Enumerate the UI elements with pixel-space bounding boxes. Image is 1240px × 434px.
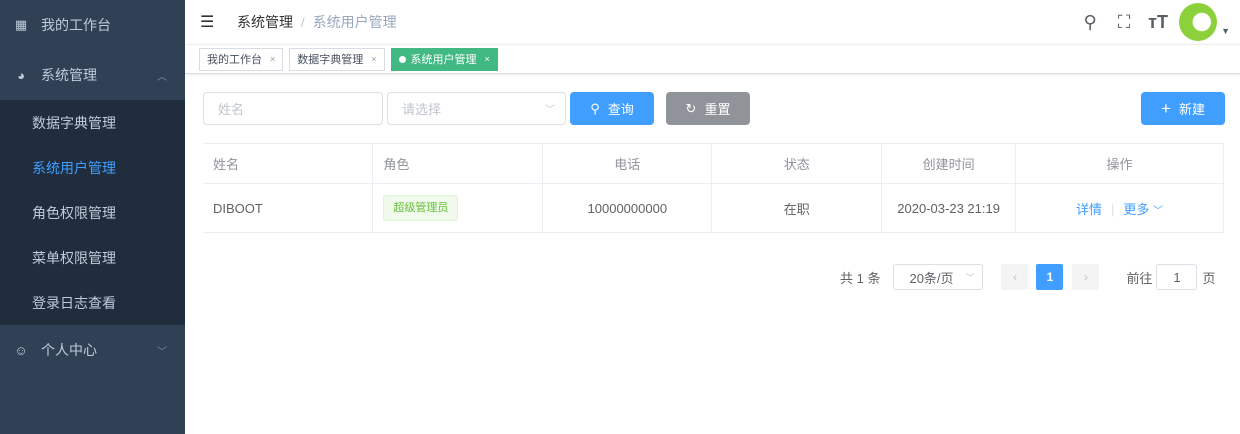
- gauge-icon: ◕: [17, 67, 25, 83]
- prev-page-button[interactable]: ‹: [1001, 264, 1029, 290]
- sidebar-item-workbench[interactable]: ▦ 我的工作台: [0, 0, 185, 50]
- button-label: 新建: [1178, 102, 1205, 117]
- role-badge: 超级管理员: [383, 195, 459, 221]
- sidebar-item-personal[interactable]: ☺ 个人中心 ﹀: [0, 325, 185, 375]
- button-label: 重置: [704, 102, 731, 117]
- user-icon: ☺: [14, 342, 28, 358]
- plus-icon: +: [1161, 98, 1171, 118]
- search-button[interactable]: ⚲ 查询: [570, 92, 654, 125]
- header: ☰ 系统管理 / 系统用户管理 ⚲ ⛶ тT ▼: [185, 0, 1240, 44]
- avatar[interactable]: [1179, 3, 1218, 41]
- divider: |: [1111, 201, 1115, 217]
- more-label: 更多: [1123, 201, 1150, 217]
- tag-dict[interactable]: 数据字典管理 ×: [289, 47, 385, 71]
- user-table: 姓名 角色 电话 状态 创建时间 操作 DIBOOT 超级管理员 1000000…: [203, 143, 1224, 233]
- sidebar-item-users[interactable]: 系统用户管理: [0, 145, 185, 190]
- tag-label: 我的工作台: [207, 54, 262, 66]
- cell-actions: 详情 | 更多 ﹀: [1015, 183, 1224, 233]
- dashboard-icon: ▦: [14, 17, 28, 32]
- cell-phone: 10000000000: [542, 183, 713, 233]
- pagination: 共 1 条 20条/页 ﹀ ‹ 1 › 前往 1 页: [840, 264, 1216, 290]
- fullscreen-icon[interactable]: ⛶: [1107, 12, 1141, 33]
- refresh-icon: ↻: [685, 100, 697, 116]
- font-size-icon[interactable]: тT: [1141, 12, 1175, 33]
- name-input[interactable]: 姓名: [203, 92, 383, 125]
- cell-role: 超级管理员: [372, 183, 544, 233]
- page-1-button[interactable]: 1: [1036, 264, 1064, 290]
- caret-down-icon[interactable]: ▼: [1221, 26, 1230, 36]
- search-icon[interactable]: ⚲: [1073, 12, 1107, 33]
- sidebar-item-roles[interactable]: 角色权限管理: [0, 190, 185, 235]
- table-row: DIBOOT 超级管理员 10000000000 在职 2020-03-23 2…: [203, 183, 1224, 233]
- chevron-down-icon: ﹀: [1153, 205, 1164, 217]
- system-submenu: 数据字典管理 系统用户管理 角色权限管理 菜单权限管理 登录日志查看: [0, 100, 185, 325]
- sidebar-item-system[interactable]: ◕ 系统管理 ︿: [0, 50, 185, 100]
- close-icon[interactable]: ×: [270, 54, 275, 64]
- table-header: 姓名 角色 电话 状态 创建时间 操作: [203, 143, 1224, 184]
- total-count: 共 1 条: [840, 270, 881, 286]
- tag-users[interactable]: 系统用户管理 ×: [390, 47, 498, 71]
- close-icon[interactable]: ×: [371, 54, 376, 64]
- breadcrumb-current: 系统用户管理: [312, 14, 397, 30]
- tags-view: 我的工作台 × 数据字典管理 × 系统用户管理 ×: [185, 44, 1240, 74]
- chevron-down-icon: ﹀: [157, 346, 167, 358]
- select-placeholder: 请选择: [402, 102, 442, 117]
- more-dropdown[interactable]: 更多 ﹀: [1123, 202, 1163, 217]
- sidebar-item-label: 我的工作台: [41, 17, 111, 33]
- role-select[interactable]: 请选择 ﹀: [387, 92, 566, 125]
- cell-name: DIBOOT: [203, 183, 374, 233]
- detail-link[interactable]: 详情: [1076, 202, 1102, 217]
- cell-created: 2020-03-23 21:19: [881, 183, 1017, 233]
- col-created: 创建时间: [881, 143, 1017, 184]
- close-icon[interactable]: ×: [485, 54, 490, 64]
- col-phone: 电话: [542, 143, 713, 184]
- col-status: 状态: [711, 143, 883, 184]
- page-size-value: 20条/页: [909, 270, 954, 286]
- col-role: 角色: [372, 143, 544, 184]
- sidebar-item-menus[interactable]: 菜单权限管理: [0, 235, 185, 280]
- create-button[interactable]: + 新建: [1141, 92, 1225, 125]
- sidebar-item-login-log[interactable]: 登录日志查看: [0, 280, 185, 325]
- chevron-down-icon: ﹀: [965, 272, 975, 283]
- next-page-button[interactable]: ›: [1072, 264, 1100, 290]
- goto-page-input[interactable]: 1: [1156, 264, 1198, 290]
- cell-status: 在职: [711, 183, 883, 233]
- sidebar-item-label: 系统管理: [41, 67, 97, 83]
- page-size-select[interactable]: 20条/页 ﹀: [893, 264, 984, 290]
- sidebar: ▦ 我的工作台 ◕ 系统管理 ︿ 数据字典管理 系统用户管理 角色权限管理 菜单权限管…: [0, 0, 185, 434]
- tag-label: 数据字典管理: [297, 54, 364, 66]
- menu-toggle-icon[interactable]: ☰: [200, 12, 220, 32]
- col-actions: 操作: [1015, 143, 1224, 184]
- breadcrumb-parent[interactable]: 系统管理: [237, 12, 293, 32]
- active-dot-icon: [398, 55, 406, 63]
- tag-label: 系统用户管理: [410, 54, 477, 66]
- page-unit-label: 页: [1202, 270, 1216, 286]
- sidebar-item-dict[interactable]: 数据字典管理: [0, 100, 185, 145]
- chevron-up-icon: ︿: [157, 71, 167, 83]
- goto-label: 前往: [1126, 270, 1153, 286]
- reset-button[interactable]: ↻ 重置: [666, 92, 750, 125]
- search-icon: ⚲: [590, 100, 600, 116]
- col-name: 姓名: [203, 143, 374, 184]
- chevron-down-icon: ﹀: [545, 105, 555, 116]
- button-label: 查询: [607, 102, 634, 117]
- breadcrumb-separator: /: [301, 14, 305, 30]
- sidebar-item-label: 个人中心: [41, 342, 97, 358]
- tag-workbench[interactable]: 我的工作台 ×: [199, 47, 284, 71]
